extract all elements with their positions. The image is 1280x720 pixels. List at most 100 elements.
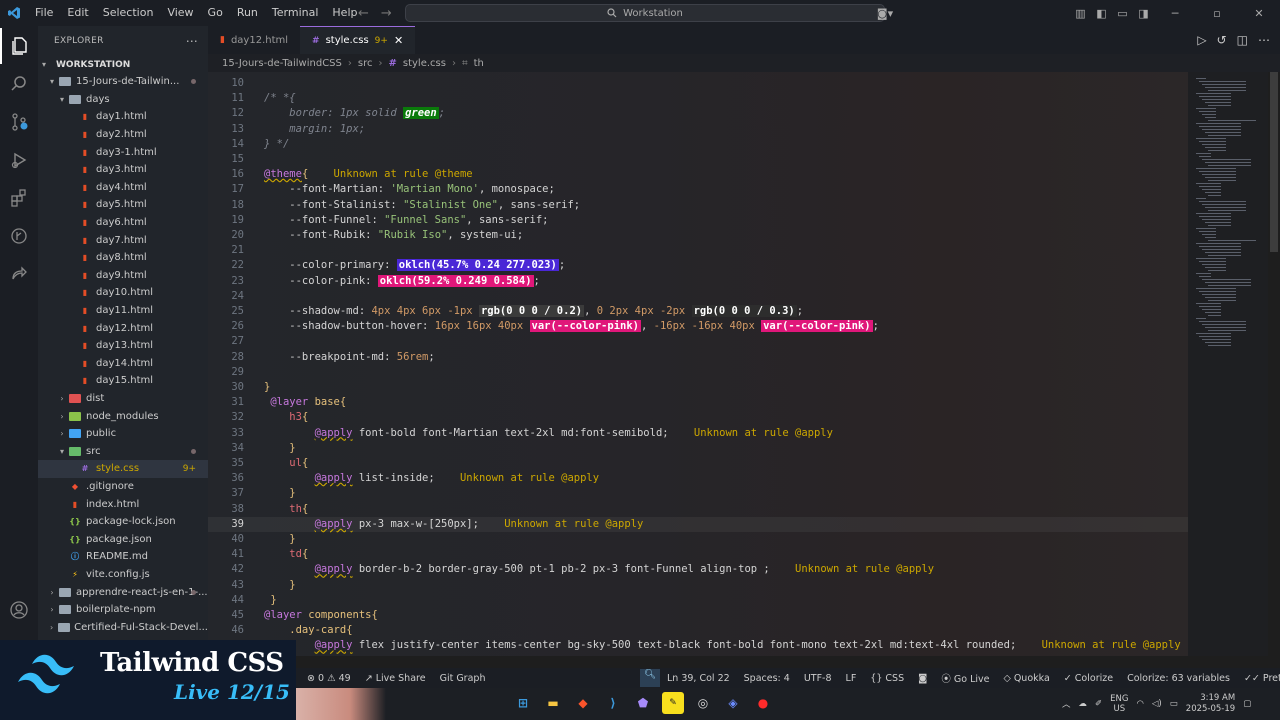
toggle-layout-icon[interactable]: ▥ bbox=[1070, 7, 1091, 20]
tree-folder[interactable]: ▾ src bbox=[38, 442, 208, 460]
run-debug-icon[interactable] bbox=[0, 142, 38, 178]
editor-scrollbar[interactable] bbox=[1270, 72, 1278, 252]
obsidian-icon[interactable]: ⬟ bbox=[632, 692, 654, 714]
code-line[interactable]: 26 --shadow-button-hover: 16px 16px 40px… bbox=[208, 319, 1188, 334]
code-line[interactable]: 37 } bbox=[208, 486, 1188, 501]
tree-file[interactable]: ▮ day9.html bbox=[38, 267, 208, 285]
code-line[interactable]: 22 --color-primary: oklch(45.7% 0.24 277… bbox=[208, 258, 1188, 273]
tree-folder[interactable]: ▾ 15-Jours-de-Tailwin... bbox=[38, 73, 208, 91]
clock[interactable]: 3:19 AM 2025-05-19 bbox=[1186, 693, 1235, 715]
code-line[interactable]: 21 bbox=[208, 243, 1188, 258]
menu-item-file[interactable]: File bbox=[28, 0, 60, 26]
search-icon[interactable] bbox=[0, 66, 38, 102]
encoding[interactable]: UTF-8 bbox=[797, 673, 839, 684]
more-actions-icon[interactable]: ⋯ bbox=[1258, 33, 1270, 47]
code-line[interactable]: 39 @apply px-3 max-w-[250px]; Unknown at… bbox=[208, 516, 1188, 532]
tree-file[interactable]: # style.css 9+ bbox=[38, 460, 208, 478]
brave-browser-icon[interactable]: ◆ bbox=[572, 692, 594, 714]
tree-file[interactable]: {} package-lock.json bbox=[38, 513, 208, 531]
tree-file[interactable]: ⚡ vite.config.js bbox=[38, 566, 208, 584]
code-line[interactable]: 42 @apply border-b-2 border-gray-500 pt-… bbox=[208, 562, 1188, 577]
tree-file[interactable]: ◆ .gitignore bbox=[38, 478, 208, 496]
code-line[interactable]: 36 @apply list-inside; Unknown at rule @… bbox=[208, 471, 1188, 486]
wifi-icon[interactable]: ◠ bbox=[1136, 699, 1143, 709]
code-line[interactable]: 24 bbox=[208, 289, 1188, 304]
record-icon[interactable]: ● bbox=[752, 692, 774, 714]
chevron-up-icon[interactable]: ︿ bbox=[1062, 698, 1071, 710]
menu-item-go[interactable]: Go bbox=[201, 0, 230, 26]
code-line[interactable]: 17 --font-Martian: 'Martian Mono', monos… bbox=[208, 182, 1188, 197]
code-line[interactable]: 44 } bbox=[208, 593, 1188, 608]
app-blue-diamond-icon[interactable]: ◈ bbox=[722, 692, 744, 714]
live-share-button[interactable]: ↗ Live Share bbox=[358, 673, 433, 684]
cursor-position[interactable]: Ln 39, Col 22 bbox=[660, 673, 737, 684]
menu-item-run[interactable]: Run bbox=[230, 0, 265, 26]
code-line[interactable]: 45 @layer components{ bbox=[208, 608, 1188, 623]
tree-file[interactable]: ▮ day12.html bbox=[38, 319, 208, 337]
workspace-row[interactable]: ▾ WORKSTATION bbox=[38, 56, 208, 73]
forward-arrow-icon[interactable]: → bbox=[381, 6, 392, 21]
explorer-icon[interactable] bbox=[0, 28, 38, 64]
split-editor-icon[interactable]: ◫ bbox=[1237, 33, 1248, 47]
code-line[interactable]: 35 ul{ bbox=[208, 456, 1188, 471]
breadcrumb-item[interactable]: 15-Jours-de-TailwindCSS bbox=[222, 58, 342, 69]
tree-file[interactable]: ▮ day4.html bbox=[38, 179, 208, 197]
tree-file[interactable]: ▮ day14.html bbox=[38, 355, 208, 373]
language-mode[interactable]: {} CSS bbox=[863, 673, 911, 684]
go-live-button[interactable]: ⦿ Go Live bbox=[934, 671, 996, 685]
copilot-status-icon[interactable]: ◙ bbox=[911, 673, 934, 684]
tree-folder[interactable]: › apprendre-react-js-en-1-... bbox=[38, 583, 208, 601]
breadcrumb-item[interactable]: th bbox=[474, 58, 484, 69]
tree-file[interactable]: ▮ day10.html bbox=[38, 284, 208, 302]
problems-indicator[interactable]: ⊗ 0 ⚠ 49 bbox=[300, 673, 358, 684]
code-line[interactable]: 14} */ bbox=[208, 137, 1188, 152]
tree-file[interactable]: ▮ index.html bbox=[38, 495, 208, 513]
prettier-button[interactable]: ✓✓ Prettier bbox=[1237, 673, 1280, 684]
tree-file[interactable]: ▮ day11.html bbox=[38, 302, 208, 320]
windows-start-icon[interactable]: ⊞ bbox=[512, 692, 534, 714]
more-actions-icon[interactable]: ⋯ bbox=[186, 34, 198, 48]
colorize-button[interactable]: ✓ Colorize bbox=[1057, 673, 1120, 684]
code-line[interactable]: 30} bbox=[208, 380, 1188, 395]
quokka-button[interactable]: ◇ Quokka bbox=[996, 673, 1056, 684]
language-indicator[interactable]: ENG US bbox=[1110, 694, 1128, 714]
extensions-icon[interactable] bbox=[0, 180, 38, 216]
breadcrumb-item[interactable]: src bbox=[358, 58, 373, 69]
code-line[interactable]: 18 --font-Stalinist: "Stalinist One", sa… bbox=[208, 198, 1188, 213]
timeline-icon[interactable]: ↺ bbox=[1217, 33, 1227, 47]
vscode-taskbar-icon[interactable]: ⟩ bbox=[602, 692, 624, 714]
code-line[interactable]: 34 } bbox=[208, 441, 1188, 456]
zoom-icon[interactable]: 🔍︎ bbox=[640, 669, 660, 687]
cloud-icon[interactable]: ☁ bbox=[1079, 699, 1088, 709]
tab-day12-html[interactable]: ▮ day12.html bbox=[208, 26, 300, 54]
toggle-secondary-sidebar-icon[interactable]: ◨ bbox=[1133, 7, 1154, 20]
code-line[interactable]: 46 .day-card{ bbox=[208, 623, 1188, 638]
menu-item-edit[interactable]: Edit bbox=[60, 0, 95, 26]
git-graph-button[interactable]: Git Graph bbox=[433, 673, 493, 684]
tree-file[interactable]: ▮ day13.html bbox=[38, 337, 208, 355]
menu-item-view[interactable]: View bbox=[160, 0, 200, 26]
github-desktop-icon[interactable]: ◎ bbox=[692, 692, 714, 714]
tree-folder[interactable]: › boilerplate-npm bbox=[38, 601, 208, 619]
colorize-variables[interactable]: Colorize: 63 variables bbox=[1120, 673, 1237, 684]
tree-folder[interactable]: › Certified-Ful-Stack-Devel... bbox=[38, 618, 208, 636]
code-line[interactable]: 19 --font-Funnel: "Funnel Sans", sans-se… bbox=[208, 213, 1188, 228]
git-graph-icon[interactable] bbox=[0, 218, 38, 254]
code-line[interactable]: 25 --shadow-md: 4px 4px 6px -1px rgb(0 0… bbox=[208, 304, 1188, 319]
code-line[interactable]: 12 border: 1px solid green; bbox=[208, 106, 1188, 121]
code-line[interactable]: 15 bbox=[208, 152, 1188, 167]
code-line[interactable]: 29 bbox=[208, 365, 1188, 380]
code-line[interactable]: 23 --color-pink: oklch(59.2% 0.249 0.584… bbox=[208, 274, 1188, 289]
code-line[interactable]: 11 /* *{ bbox=[208, 91, 1188, 106]
tree-file[interactable]: ▮ day2.html bbox=[38, 126, 208, 144]
pen-icon[interactable]: ✐ bbox=[1095, 699, 1102, 709]
code-line[interactable]: 38 th{ bbox=[208, 502, 1188, 517]
tree-file[interactable]: ▮ day15.html bbox=[38, 372, 208, 390]
code-line[interactable]: 32 h3{ bbox=[208, 410, 1188, 425]
tree-folder[interactable]: › dist bbox=[38, 390, 208, 408]
minimap[interactable] bbox=[1188, 72, 1268, 656]
code-line[interactable]: 31 @layer base{ bbox=[208, 395, 1188, 410]
breadcrumb-item[interactable]: style.css bbox=[403, 58, 446, 69]
menu-item-terminal[interactable]: Terminal bbox=[265, 0, 326, 26]
volume-icon[interactable]: ◁) bbox=[1152, 699, 1162, 709]
